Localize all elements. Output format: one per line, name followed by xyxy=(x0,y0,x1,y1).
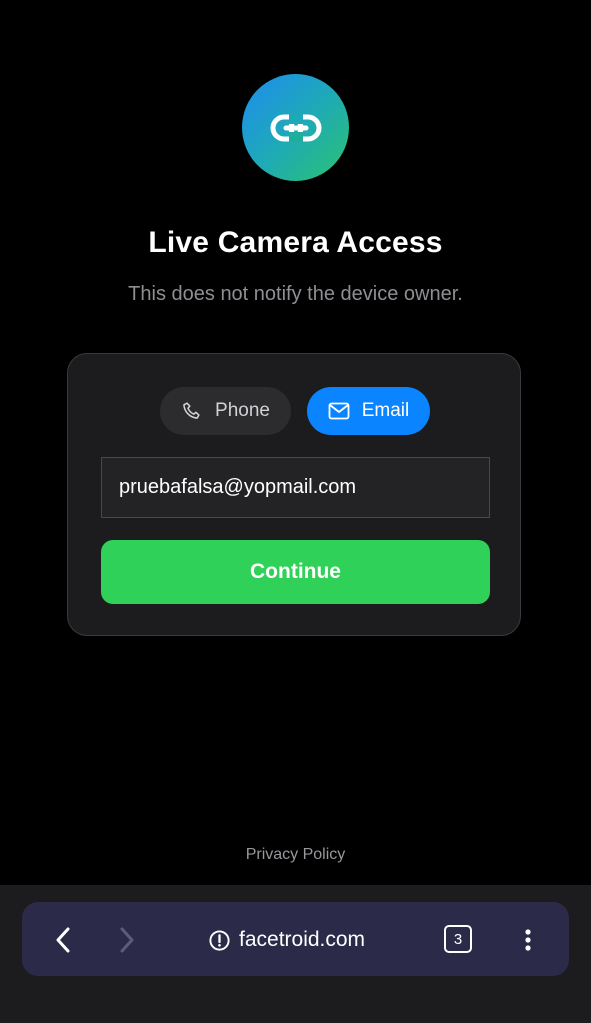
email-field-value: pruebafalsa@yopmail.com xyxy=(119,476,357,498)
info-icon xyxy=(209,929,230,951)
page-subtitle: This does not notify the device owner. xyxy=(128,283,463,305)
mail-icon xyxy=(328,402,350,420)
url-display[interactable]: facetroid.com xyxy=(208,925,365,955)
email-field[interactable]: pruebafalsa@yopmail.com xyxy=(101,457,490,518)
page-title: Live Camera Access xyxy=(148,226,443,259)
phone-icon xyxy=(183,402,200,419)
forward-icon[interactable] xyxy=(114,926,140,954)
url-text: facetroid.com xyxy=(239,928,366,951)
tab-email[interactable]: Email xyxy=(307,387,430,435)
app-logo xyxy=(242,74,349,181)
tab-phone-label: Phone xyxy=(215,400,270,421)
tabs-icon[interactable]: 3 xyxy=(444,925,472,953)
tab-phone[interactable]: Phone xyxy=(160,387,291,435)
privacy-policy-link[interactable]: Privacy Policy xyxy=(0,846,591,864)
back-icon[interactable] xyxy=(50,926,76,954)
continue-button-label: Continue xyxy=(250,560,341,583)
tab-email-label: Email xyxy=(361,400,410,421)
continue-button[interactable]: Continue xyxy=(101,540,490,604)
tab-count: 3 xyxy=(453,930,463,948)
menu-icon[interactable] xyxy=(518,926,538,954)
link-icon xyxy=(270,113,321,142)
